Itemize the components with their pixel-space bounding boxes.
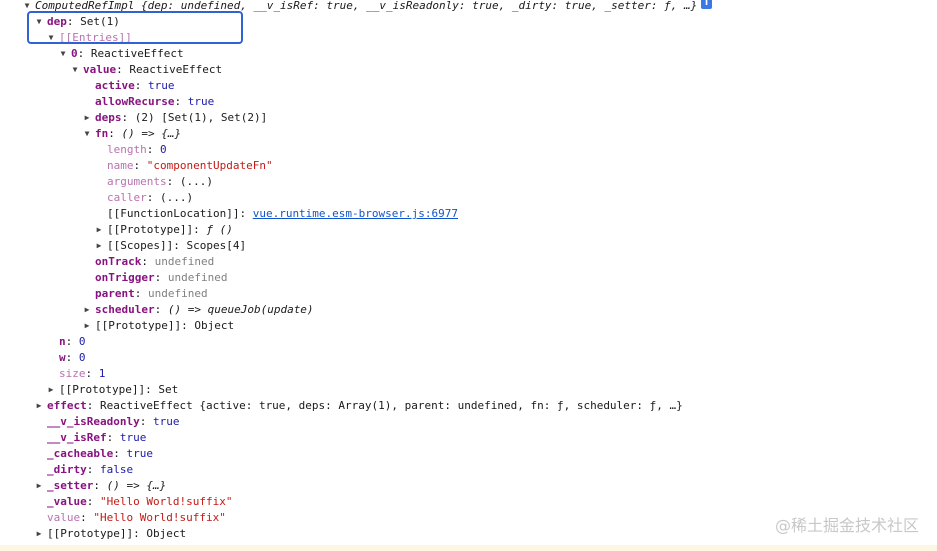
property-key: [[Prototype]] <box>59 383 146 396</box>
info-icon[interactable]: i <box>701 0 712 9</box>
property-key: [[Prototype]] <box>107 223 194 236</box>
property-value: ReactiveEffect {active: true, deps: Arra… <box>100 399 683 412</box>
property-value[interactable]: (...) <box>160 191 193 204</box>
property-value: ƒ () <box>206 223 233 236</box>
property-value: Object <box>194 319 235 332</box>
property-key: scheduler <box>95 303 155 316</box>
watermark: @稀土掘金技术社区 <box>774 516 919 535</box>
property-value: ReactiveEffect <box>129 63 223 76</box>
property-value: Set <box>158 383 179 396</box>
property-key: [[FunctionLocation]] <box>107 207 240 220</box>
property-key: w <box>59 351 66 364</box>
property-key: name <box>107 159 134 172</box>
collapsed-triangle-icon[interactable]: ▶ <box>34 398 44 414</box>
property-value: undefined <box>148 287 208 300</box>
collapsed-triangle-icon[interactable]: ▶ <box>82 110 92 126</box>
property-value[interactable]: (...) <box>180 175 213 188</box>
property-value: undefined <box>154 255 215 268</box>
property-value: 0 <box>160 143 167 156</box>
property-value: 0 <box>78 351 86 364</box>
property-key: __v_isReadonly <box>47 415 140 428</box>
property-key: [[Prototype]] <box>47 527 134 540</box>
property-key: allowRecurse <box>95 95 175 108</box>
collapsed-triangle-icon[interactable]: ▶ <box>94 222 104 238</box>
property-key: _setter <box>47 479 94 492</box>
property-value: Scopes[4] <box>186 239 247 252</box>
property-value: () => {…} <box>121 127 182 140</box>
property-value: true <box>126 447 153 460</box>
property-value: "componentUpdateFn" <box>146 159 273 172</box>
property-key: active <box>95 79 135 92</box>
property-value: () => queueJob(update) <box>167 303 314 316</box>
warning-strip <box>0 545 937 551</box>
property-key: size <box>59 367 86 380</box>
property-key: deps <box>95 111 122 124</box>
property-key: _dirty <box>47 463 87 476</box>
property-value: false <box>100 463 134 476</box>
property-value: () => {…} <box>106 479 167 492</box>
property-value: true <box>119 431 147 444</box>
collapsed-triangle-icon[interactable]: ▶ <box>34 478 44 494</box>
property-value: true <box>148 79 175 92</box>
property-value: "Hello World!suffix" <box>100 495 233 508</box>
collapsed-triangle-icon[interactable]: ▶ <box>34 526 44 542</box>
property-value: "Hello World!suffix" <box>93 511 226 524</box>
property-key: parent <box>95 287 135 300</box>
property-key: onTrack <box>95 255 142 268</box>
collapsed-triangle-icon[interactable]: ▶ <box>82 318 92 334</box>
property-value: 0 <box>78 335 86 348</box>
property-key: arguments <box>107 175 167 188</box>
property-key: n <box>59 335 66 348</box>
collapsed-triangle-icon[interactable]: ▶ <box>82 302 92 318</box>
expanded-triangle-icon[interactable]: ▼ <box>70 62 80 78</box>
property-key: fn <box>95 127 109 140</box>
property-key: value <box>83 63 117 76</box>
property-key: _value <box>47 495 87 508</box>
property-key: effect <box>47 399 87 412</box>
property-value: true <box>187 95 215 108</box>
expanded-triangle-icon[interactable]: ▼ <box>82 126 92 142</box>
property-key: [[Scopes]] <box>107 239 174 252</box>
highlight-box <box>27 11 243 44</box>
property-key: onTrigger <box>95 271 155 284</box>
property-value: 1 <box>98 367 106 380</box>
property-key: 0 <box>71 47 78 60</box>
collapsed-triangle-icon[interactable]: ▶ <box>94 238 104 254</box>
property-key: [[Prototype]] <box>95 319 182 332</box>
expanded-triangle-icon[interactable]: ▼ <box>58 46 68 62</box>
property-value: undefined <box>167 271 228 284</box>
property-key: __v_isRef <box>47 431 107 444</box>
collapsed-triangle-icon[interactable]: ▶ <box>46 382 56 398</box>
property-key: _cacheable <box>47 447 114 460</box>
property-value: true <box>152 415 180 428</box>
property-key: caller <box>107 191 147 204</box>
property-key: value <box>47 511 81 524</box>
source-link[interactable]: vue.runtime.esm-browser.js:6977 <box>253 207 458 220</box>
property-key: length <box>107 143 147 156</box>
property-value: (2) [Set(1), Set(2)] <box>134 111 268 124</box>
devtools-console: ▼ ComputedRefImpl {dep: undefined, __v_i… <box>0 0 937 551</box>
property-value: ReactiveEffect <box>90 47 184 60</box>
property-value: Object <box>146 527 187 540</box>
